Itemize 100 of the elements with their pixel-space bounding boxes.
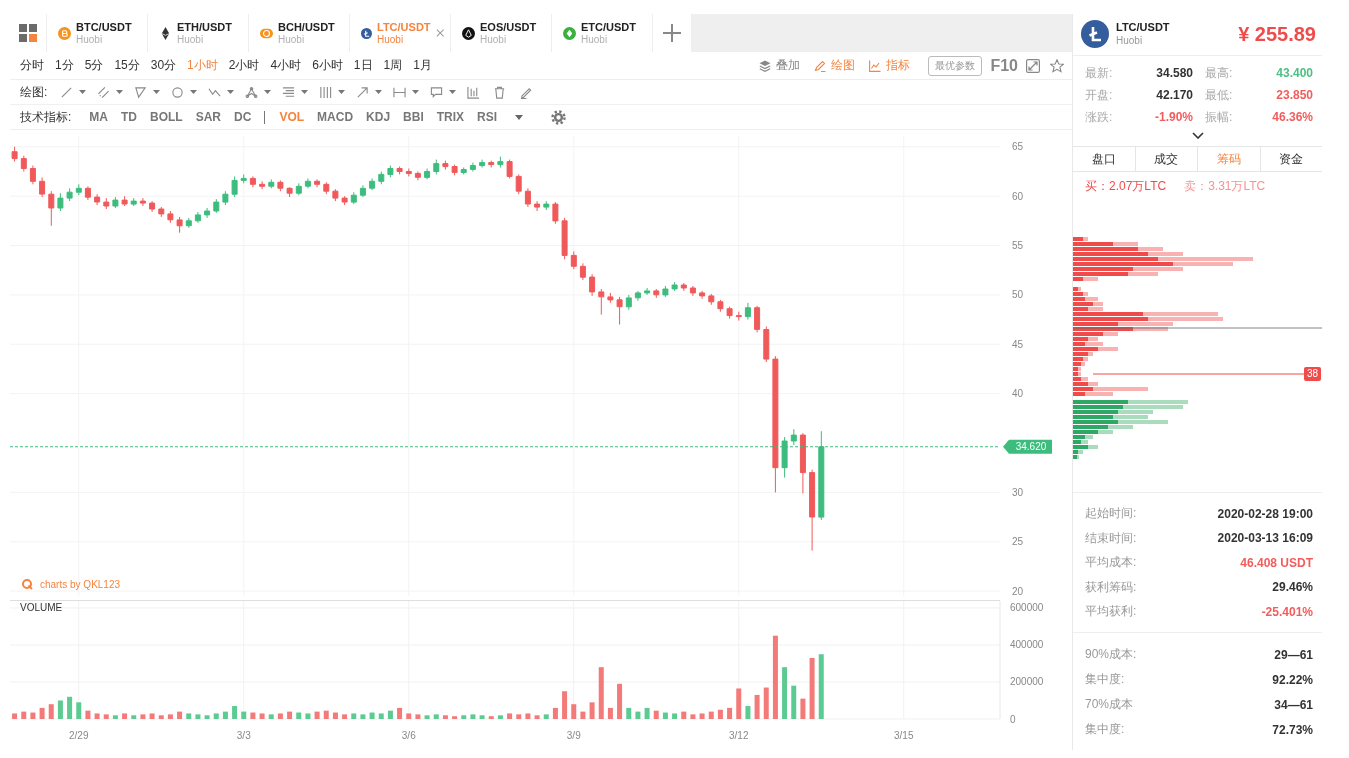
period-button[interactable]: 2小时 [223, 54, 265, 77]
volume-bar [497, 715, 503, 719]
pair-tab[interactable]: EOS/USDT Huobi [451, 14, 552, 52]
volume-bar [479, 715, 485, 719]
info-value: 29—61 [1274, 647, 1313, 662]
volume-bar [48, 704, 54, 719]
zigzag-icon[interactable] [208, 85, 222, 99]
arrow-icon[interactable] [356, 85, 370, 99]
caret-icon[interactable] [153, 90, 161, 94]
volume-bar [57, 700, 63, 719]
settings-icon[interactable] [551, 109, 567, 125]
volume-bar [122, 713, 128, 719]
volume-bar [791, 685, 797, 719]
connected-dots-icon[interactable] [245, 85, 259, 99]
indicator-button[interactable]: RSI [472, 108, 503, 126]
indicator-button[interactable]: SAR [190, 108, 227, 126]
period-button[interactable]: 分时 [15, 54, 49, 77]
volume-bar [727, 707, 733, 719]
pair-tab[interactable]: BTC/USDT Huobi [47, 14, 148, 52]
volume-bar [213, 713, 219, 719]
caret-icon[interactable] [190, 90, 198, 94]
indicator-button[interactable]: BBI [398, 108, 429, 126]
volume-bar [369, 712, 375, 719]
period-button[interactable]: 15分 [109, 54, 145, 77]
volume-bar [580, 711, 586, 719]
period-button[interactable]: 5分 [79, 54, 109, 77]
volume-bar [222, 711, 228, 719]
horizontal-span-icon[interactable] [393, 85, 407, 99]
trash-icon[interactable] [493, 85, 507, 99]
speech-bubble-icon[interactable] [430, 85, 444, 99]
volume-bar [461, 715, 467, 719]
stat-label: 开盘: [1085, 86, 1114, 104]
vertical-lines-icon[interactable] [319, 85, 333, 99]
caret-icon[interactable] [227, 90, 235, 94]
volume-bar [12, 713, 18, 719]
caret-icon[interactable] [375, 90, 383, 94]
caret-icon[interactable] [301, 90, 309, 94]
volume-bar [112, 715, 118, 719]
volume-bar [76, 702, 82, 719]
period-button[interactable]: 1分 [50, 54, 79, 77]
axis-label: 20 [1012, 585, 1024, 597]
indicator-button[interactable]: DC [229, 108, 257, 126]
volume-bar [314, 711, 320, 719]
pair-tab[interactable]: BCH/USDT Huobi [249, 14, 350, 52]
indicator-button[interactable]: MACD [312, 108, 359, 126]
f10-button[interactable]: F10 [990, 56, 1018, 75]
period-button[interactable]: 1月 [408, 54, 437, 77]
close-icon[interactable] [435, 28, 444, 38]
panel-tab[interactable]: 成交 [1135, 147, 1198, 172]
bar-chart-icon[interactable] [467, 85, 481, 99]
pen-icon[interactable] [519, 85, 533, 99]
caret-icon[interactable] [264, 90, 272, 94]
volume-bar [195, 714, 201, 719]
coin-icon [159, 26, 172, 40]
period-button[interactable]: 30分 [145, 54, 182, 77]
indicator-button[interactable]: TD [116, 108, 142, 126]
expand-icon[interactable] [1026, 58, 1040, 73]
volume-bar [589, 702, 595, 719]
indicator-button[interactable]: MA [84, 108, 113, 126]
chevron-down-icon[interactable] [1191, 131, 1204, 139]
coin-icon [361, 26, 372, 40]
coin-icon [58, 26, 71, 40]
caret-icon[interactable] [79, 90, 87, 94]
stat-value: 23.850 [1275, 86, 1313, 104]
parallel-lines-icon[interactable] [97, 85, 111, 99]
volume-bar [598, 667, 604, 719]
panel-tab[interactable]: 盘口 [1073, 147, 1136, 172]
volume-bar [323, 710, 329, 719]
stat-label: 振幅: [1205, 108, 1234, 126]
indicator-button[interactable]: BOLL [145, 108, 188, 126]
horizontal-lines-icon[interactable] [282, 85, 296, 99]
volume-bar [360, 714, 366, 719]
caret-icon[interactable] [338, 90, 346, 94]
pair-tab[interactable]: ETC/USDT Huobi [552, 14, 653, 52]
volume-bar [277, 713, 283, 719]
diagonal-line-icon[interactable] [60, 85, 74, 99]
axis-label: 600000 [1010, 602, 1044, 614]
star-icon[interactable] [1050, 58, 1064, 73]
volume-bar [67, 696, 73, 719]
caret-icon[interactable] [515, 114, 524, 120]
indicator-button[interactable]: TRIX [431, 108, 470, 126]
triangle-icon[interactable] [134, 85, 148, 99]
chart-tool-button[interactable]: 叠加 [757, 55, 803, 76]
caret-icon[interactable] [412, 90, 420, 94]
period-button[interactable]: 1日 [348, 54, 378, 77]
plus-icon [663, 24, 681, 42]
period-button[interactable]: 4小时 [265, 54, 307, 77]
info-value: 2020-03-13 16:09 [1217, 531, 1313, 546]
period-button[interactable]: 1周 [378, 54, 408, 77]
caret-icon[interactable] [116, 90, 124, 94]
axis-label: 50 [1012, 289, 1024, 301]
volume-bar [268, 714, 274, 719]
panel-tab[interactable]: 资金 [1260, 147, 1322, 172]
period-button[interactable]: 6小时 [307, 54, 348, 77]
indicator-button[interactable]: KDJ [361, 108, 396, 126]
volume-bar [21, 711, 27, 719]
pair-tab[interactable]: ETH/USDT Huobi [148, 14, 249, 52]
axis-label: 3/12 [729, 730, 749, 741]
caret-icon[interactable] [449, 90, 457, 94]
volume-bar [241, 711, 247, 719]
